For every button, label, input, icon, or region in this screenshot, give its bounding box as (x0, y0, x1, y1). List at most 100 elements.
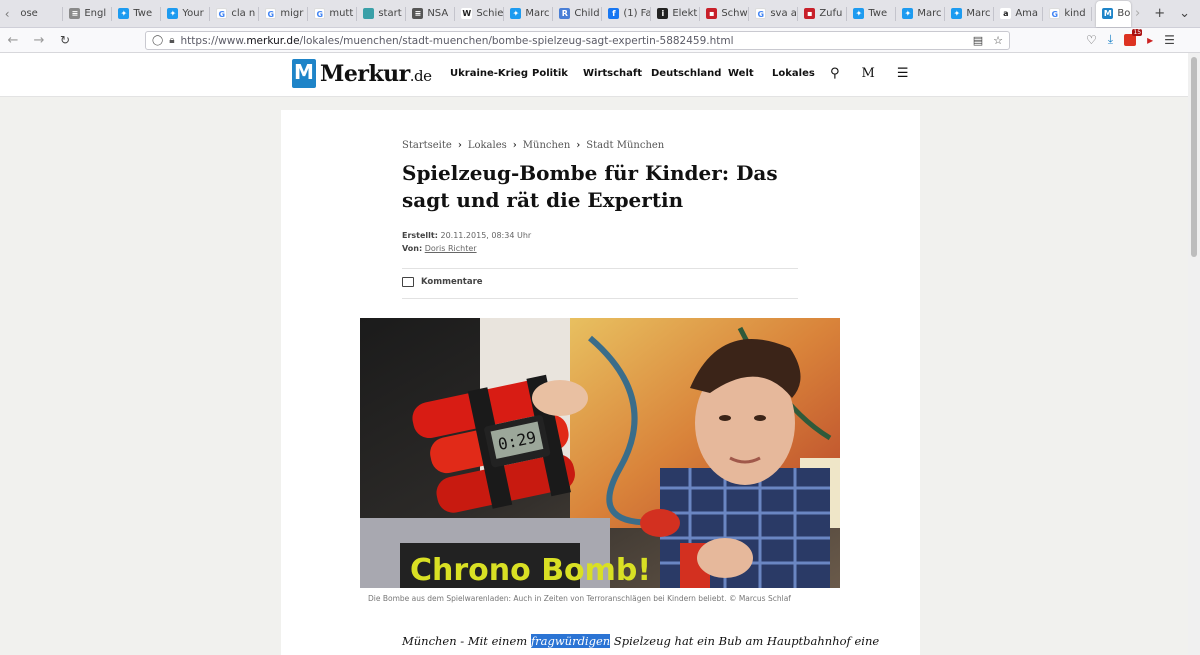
tab-16[interactable]: ▪ Zufu (798, 1, 848, 27)
lead-highlight[interactable]: fragwürdigen (530, 634, 611, 648)
tab-2[interactable]: ✦ Twe (112, 1, 162, 27)
tab-scroll-left-icon[interactable]: ‹ (0, 0, 14, 28)
tab-9[interactable]: W Schie (455, 1, 505, 27)
breadcrumb-item[interactable]: München (523, 140, 571, 151)
tab-3[interactable]: ✦ Your (161, 1, 211, 27)
article-container: Startseite › Lokales › München › Stadt München… (281, 110, 920, 655)
new-tab-icon[interactable]: + (1154, 6, 1165, 21)
list-tabs-chevron-icon[interactable]: ⌄ (1179, 6, 1190, 21)
nav-item-wirtschaft[interactable]: Wirtschaft (583, 68, 642, 79)
breadcrumb-item[interactable]: Stadt München (586, 140, 664, 151)
tab-4[interactable]: Gcla n (210, 1, 260, 27)
hamburger-menu-icon[interactable]: ☰ (897, 66, 909, 81)
tab-8[interactable]: ≡ NSA (406, 1, 456, 27)
logo-name: Merkur (320, 60, 410, 87)
tab-17[interactable]: ✦ Twe (847, 1, 897, 27)
tab-10[interactable]: ✦ Marc (504, 1, 554, 27)
author-label: Von: (402, 244, 423, 253)
tab-label: Elekt (672, 8, 698, 19)
reload-icon[interactable]: ↻ (52, 33, 78, 47)
flag-favicon-icon: ≡ (412, 8, 424, 19)
tab-scroll-right-icon[interactable]: › (1135, 6, 1140, 21)
tab-label: mutt (329, 8, 354, 19)
twitter-favicon-icon: ✦ (951, 8, 963, 19)
photo-caption: Die Bombe aus dem Spielwarenladen: Auch … (368, 594, 791, 603)
tab-14[interactable]: ▪ Schw (700, 1, 750, 27)
page-scrollbar[interactable] (1188, 53, 1200, 655)
twitter-favicon-icon: ✦ (118, 8, 130, 19)
scrollbar-thumb[interactable] (1191, 57, 1197, 257)
tabstrip-controls: › + ⌄ (1135, 6, 1200, 21)
nav-item-politik[interactable]: Politik (532, 68, 568, 79)
toolbar-right: ♡ ⤓ 15 ▸ ☰ (1086, 28, 1175, 47)
header-icons: ⚲ M ☰ (830, 66, 909, 81)
tab-21[interactable]: Gkind (1043, 1, 1093, 27)
tab-11[interactable]: R Child (553, 1, 603, 27)
author-link[interactable]: Doris Richter (425, 244, 477, 253)
tab-label: Schie (476, 8, 504, 19)
tab-0[interactable]: ose (14, 1, 64, 27)
R-favicon-icon: R (559, 8, 571, 19)
tab-label: Twe (868, 8, 888, 19)
doc-favicon-icon: ≡ (69, 8, 81, 19)
tab-12[interactable]: f (1) Fa (602, 1, 652, 27)
box-favicon-icon: ▪ (804, 8, 816, 19)
merkur-logo[interactable]: Merkur.de (292, 59, 432, 88)
shield-icon[interactable]: ◯ (152, 35, 163, 46)
logo-suffix: .de (409, 66, 432, 85)
lead-rest: Spielzeug hat ein Bub am Hauptbahnhof ei… (610, 634, 880, 648)
merkur-m-icon[interactable]: M (862, 66, 875, 81)
tab-7[interactable]: start (357, 1, 407, 27)
tab-label: cla n (231, 8, 256, 19)
nav-item-deutschland[interactable]: Deutschland (651, 68, 721, 79)
tab-20[interactable]: a Ama (994, 1, 1044, 27)
url-bar[interactable]: ◯ 🔒︎ https://www.merkur.de/lokales/muenc… (145, 31, 1010, 50)
tab-strip: ‹ ose ≡ Engl ✦ Twe ✦ Your Gcla n Gmigr Gmutt start… (0, 0, 1200, 28)
tab-label: kind (1064, 8, 1086, 19)
url-prefix: https://www. (180, 34, 247, 47)
tab-active[interactable]: M Bo ✕ (1096, 0, 1131, 27)
lock-icon[interactable]: 🔒︎ (169, 35, 174, 46)
tab-label: Engl (84, 8, 107, 19)
site-header: Merkur.de Ukraine-Krieg Politik Wirtschaft… (0, 53, 1188, 97)
urlbar-actions: ▤ ☆ (973, 34, 1009, 47)
comments-link[interactable]: Kommentare (402, 277, 483, 287)
nav-item-welt[interactable]: Welt (728, 68, 754, 79)
tab-label: Marc (917, 8, 942, 19)
breadcrumb-item[interactable]: Startseite (402, 140, 452, 151)
nav-item-ukraine-krieg[interactable]: Ukraine-Krieg (450, 68, 528, 79)
tab-13[interactable]: i Elekt (651, 1, 701, 27)
created-date: 20.11.2015, 08:34 Uhr (440, 231, 532, 240)
tab-label: Marc (966, 8, 991, 19)
forward-arrow-icon[interactable]: → (26, 33, 52, 48)
nav-item-lokales[interactable]: Lokales (772, 68, 815, 79)
tab-list: ose ≡ Engl ✦ Twe ✦ Your Gcla n Gmigr Gmutt start ≡ N… (14, 0, 1093, 28)
google-favicon-icon: G (314, 8, 326, 19)
bookmark-star-icon[interactable]: ☆ (993, 34, 1003, 47)
tab-18[interactable]: ✦ Marc (896, 1, 946, 27)
chevron-right-icon: › (512, 140, 517, 151)
tab-15[interactable]: Gsva a (749, 1, 799, 27)
app-menu-icon[interactable]: ☰ (1164, 33, 1175, 47)
breadcrumb-item[interactable]: Lokales (468, 140, 507, 151)
merkur-logo-mark-icon (292, 59, 316, 88)
article-photo[interactable]: Chrono Bomb! 0:29 (360, 318, 840, 588)
tab-label: (1) Fa (623, 8, 652, 19)
tab-label: Marc (525, 8, 550, 19)
tab-label: ose (20, 8, 38, 19)
tab-5[interactable]: Gmigr (259, 1, 309, 27)
pocket-icon[interactable]: ♡ (1086, 33, 1097, 47)
i-favicon-icon: i (657, 8, 669, 19)
search-icon[interactable]: ⚲ (830, 66, 840, 81)
tab-1[interactable]: ≡ Engl (63, 1, 113, 27)
comments-label: Kommentare (421, 277, 483, 287)
tab-19[interactable]: ✦ Marc (945, 1, 995, 27)
tab-label: Child (574, 8, 600, 19)
reader-view-icon[interactable]: ▤ (973, 34, 983, 47)
back-arrow-icon[interactable]: ← (0, 33, 26, 48)
extension-ublock-icon[interactable]: 15 (1124, 28, 1143, 46)
downloads-icon[interactable]: ⤓ (1108, 32, 1113, 47)
tab-6[interactable]: Gmutt (308, 1, 358, 27)
breadcrumb: Startseite › Lokales › München › Stadt München (402, 140, 664, 151)
megaphone-icon[interactable]: ▸ (1147, 33, 1153, 47)
